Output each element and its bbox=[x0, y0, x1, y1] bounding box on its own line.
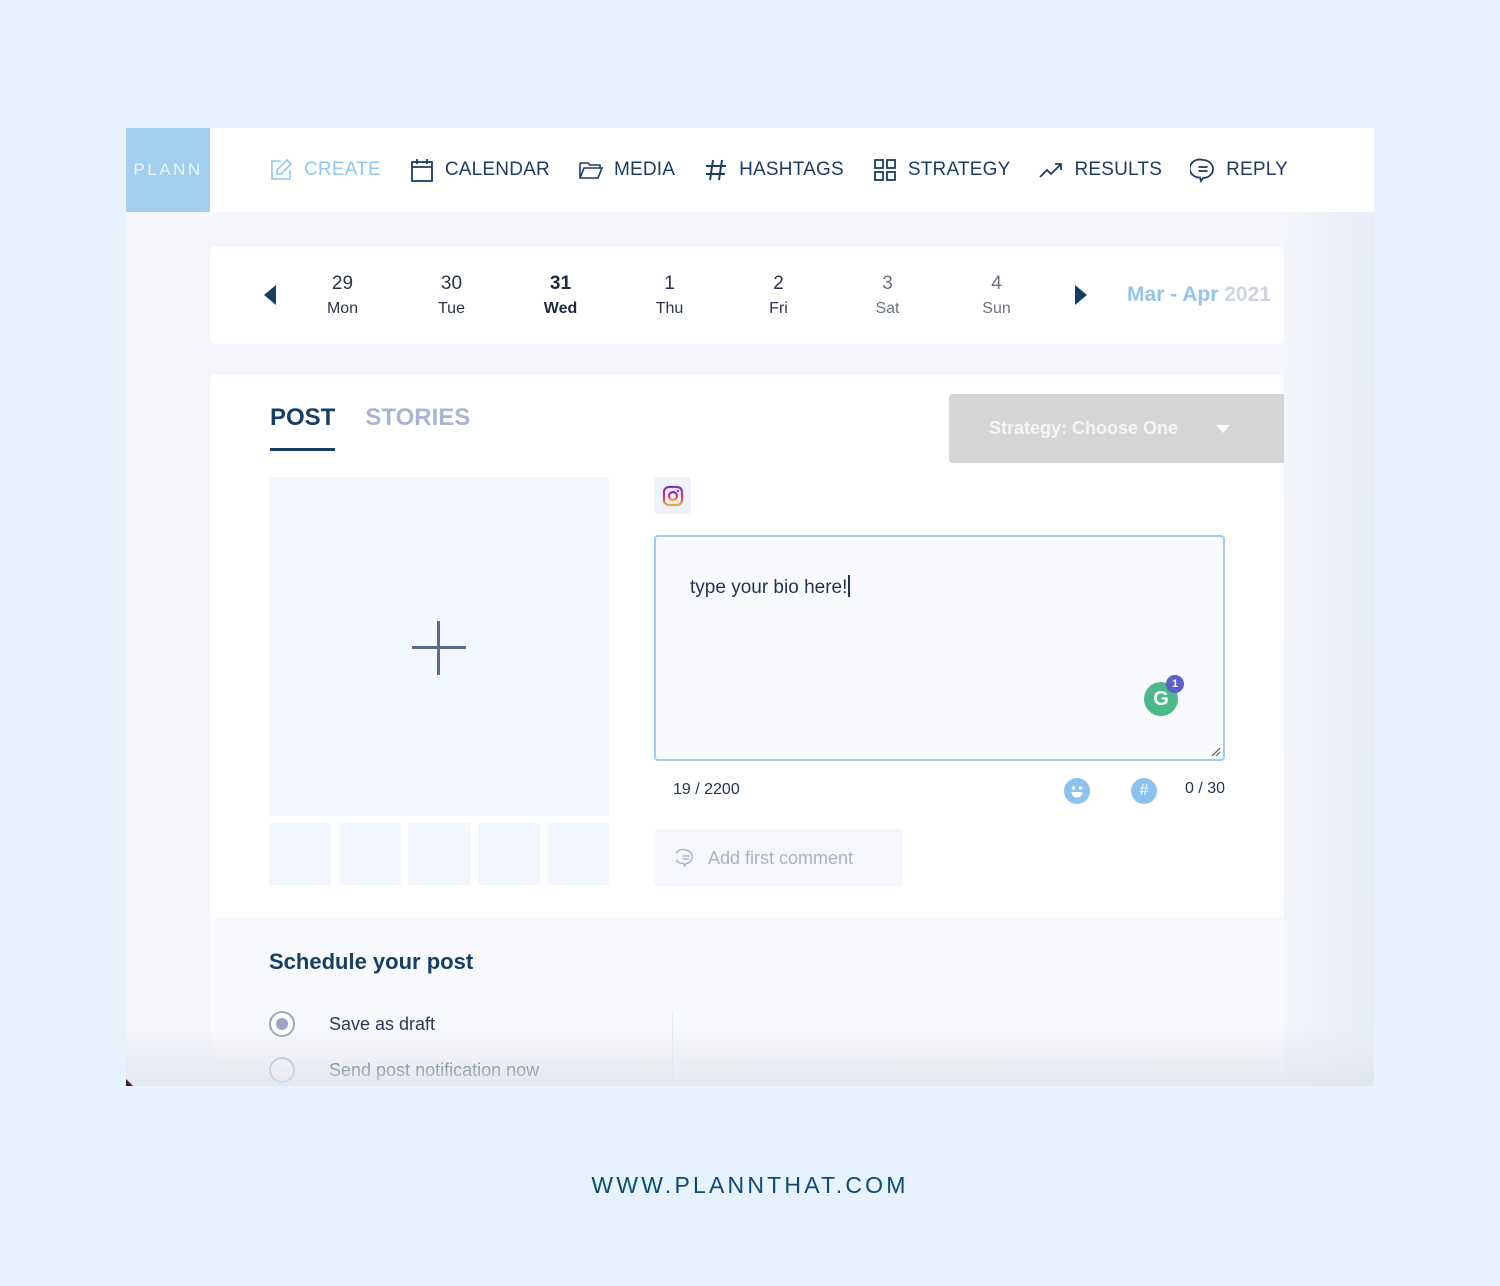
hashtag-icon: # bbox=[1139, 782, 1149, 799]
day-name: Thu bbox=[655, 299, 684, 317]
day-wed-selected[interactable]: 31 Wed bbox=[506, 273, 615, 318]
hashtag-button[interactable]: # bbox=[1131, 778, 1157, 804]
comment-icon bbox=[676, 848, 694, 868]
smiley-icon bbox=[1071, 786, 1083, 798]
nav-calendar[interactable]: CALENDAR bbox=[409, 157, 550, 183]
option-label: Save as draft bbox=[329, 1013, 436, 1034]
day-number: 30 bbox=[440, 272, 463, 294]
day-number: 1 bbox=[664, 272, 675, 294]
footer-url: WWW.PLANNTHAT.COM bbox=[591, 1172, 909, 1198]
day-name: Mon bbox=[326, 299, 359, 317]
nav-results[interactable]: RESULTS bbox=[1038, 157, 1162, 183]
caption-counters: 19 / 2200 # 0 / 30 bbox=[654, 778, 1225, 804]
instagram-icon bbox=[662, 485, 683, 506]
caption-textarea[interactable]: type your bio here! G 1 bbox=[654, 535, 1225, 761]
nav-reply-label: REPLY bbox=[1226, 159, 1288, 180]
option-save-draft[interactable]: Save as draft bbox=[269, 1011, 435, 1037]
day-name: Fri bbox=[769, 299, 788, 317]
app-window: PLANN CREATE CALENDAR MEDIA HASHTAGS STR… bbox=[126, 128, 1374, 1086]
day-number: 31 bbox=[549, 272, 572, 294]
hashtag-count: 0 / 30 bbox=[1184, 780, 1225, 797]
nav-strategy-label: STRATEGY bbox=[907, 159, 1011, 180]
day-name: Sat bbox=[875, 299, 900, 317]
option-send-notification[interactable]: Send post notification now bbox=[269, 1057, 539, 1083]
day-number: 3 bbox=[882, 272, 893, 294]
day-name: Sun bbox=[982, 299, 1011, 317]
thumbnail-slot[interactable] bbox=[269, 823, 331, 885]
nav-create-label: CREATE bbox=[304, 159, 381, 180]
thumbnail-slot[interactable] bbox=[547, 823, 609, 885]
day-number: 2 bbox=[773, 272, 784, 294]
plus-icon-vertical bbox=[437, 621, 440, 675]
divider bbox=[672, 1011, 673, 1086]
add-first-comment-button[interactable]: Add first comment bbox=[654, 829, 903, 887]
day-mon[interactable]: 29 Mon bbox=[288, 273, 397, 318]
schedule-title: Schedule your post bbox=[269, 949, 474, 974]
date-range: Mar - Apr 2021 bbox=[1127, 283, 1271, 307]
prev-week-arrow-icon[interactable] bbox=[264, 285, 276, 305]
media-upload-area[interactable] bbox=[269, 477, 609, 816]
caret-down-icon bbox=[1216, 424, 1231, 433]
side-shadow bbox=[1284, 212, 1374, 1086]
folder-icon bbox=[579, 162, 604, 179]
thumbnail-slot[interactable] bbox=[338, 823, 401, 885]
text-cursor bbox=[848, 575, 851, 597]
grid-icon bbox=[873, 159, 896, 181]
media-thumbnails bbox=[269, 823, 617, 885]
plann-logo[interactable]: PLANN bbox=[126, 128, 210, 212]
chat-icon bbox=[1190, 158, 1214, 183]
nav-hashtags[interactable]: HASHTAGS bbox=[703, 157, 844, 183]
nav-strategy[interactable]: STRATEGY bbox=[872, 157, 1011, 183]
nav-hashtags-label: HASHTAGS bbox=[739, 159, 844, 180]
caption-text: type your bio here! bbox=[690, 575, 851, 599]
resize-handle-icon[interactable] bbox=[1211, 747, 1221, 757]
day-thu[interactable]: 1 Thu bbox=[615, 273, 724, 318]
nav-create[interactable]: CREATE bbox=[268, 157, 381, 183]
next-week-arrow-icon[interactable] bbox=[1075, 285, 1087, 305]
tab-stories[interactable]: STORIES bbox=[365, 404, 470, 451]
strategy-dropdown-label: Strategy: Choose One bbox=[989, 418, 1179, 438]
day-tue[interactable]: 30 Tue bbox=[397, 273, 506, 318]
schedule-section: Schedule your post Save as draft Send po… bbox=[210, 917, 1284, 1086]
add-first-comment-label: Add first comment bbox=[708, 847, 854, 868]
nav-media[interactable]: MEDIA bbox=[578, 157, 675, 183]
day-number: 4 bbox=[991, 272, 1002, 294]
composer-tabs: POST STORIES bbox=[270, 404, 500, 451]
calendar-icon bbox=[410, 159, 433, 182]
main-nav: CREATE CALENDAR MEDIA HASHTAGS STRATEGY … bbox=[268, 157, 1316, 183]
emoji-button[interactable] bbox=[1064, 778, 1090, 804]
day-fri[interactable]: 2 Fri bbox=[724, 273, 833, 318]
thumbnail-slot[interactable] bbox=[408, 823, 470, 885]
day-list: 29 Mon 30 Tue 31 Wed 1 Thu 2 Fri 3 Sat 4 Sun bbox=[288, 273, 1051, 318]
day-number: 29 bbox=[331, 272, 354, 294]
instagram-account-button[interactable] bbox=[654, 477, 691, 514]
nav-calendar-label: CALENDAR bbox=[444, 159, 550, 180]
option-label: Send post notification now bbox=[329, 1059, 540, 1080]
day-sat[interactable]: 3 Sat bbox=[833, 273, 942, 318]
thumbnail-slot[interactable] bbox=[477, 823, 540, 885]
nav-results-label: RESULTS bbox=[1074, 159, 1163, 180]
week-selector: 29 Mon 30 Tue 31 Wed 1 Thu 2 Fri 3 Sat 4 Sun Ma… bbox=[210, 246, 1284, 344]
character-count: 19 / 2200 bbox=[673, 781, 740, 798]
radio-checked-icon[interactable] bbox=[269, 1011, 295, 1037]
nav-media-label: MEDIA bbox=[613, 159, 676, 180]
hashtag-icon bbox=[706, 159, 727, 181]
top-navigation: PLANN CREATE CALENDAR MEDIA HASHTAGS STR… bbox=[126, 128, 1374, 212]
range-months: Mar - Apr bbox=[1127, 283, 1219, 306]
day-name: Tue bbox=[438, 299, 465, 317]
caption-value: type your bio here! bbox=[690, 577, 848, 598]
day-name: Wed bbox=[543, 299, 578, 317]
nav-reply[interactable]: REPLY bbox=[1190, 157, 1288, 183]
day-sun[interactable]: 4 Sun bbox=[942, 273, 1051, 318]
grammarly-badge: 1 bbox=[1166, 675, 1184, 693]
tab-post[interactable]: POST bbox=[270, 404, 336, 451]
range-year: 2021 bbox=[1224, 283, 1271, 306]
trend-icon bbox=[1039, 163, 1063, 178]
edit-icon bbox=[271, 158, 293, 180]
post-composer-card: POST STORIES Strategy: Choose One type y… bbox=[210, 374, 1284, 1086]
strategy-dropdown[interactable]: Strategy: Choose One bbox=[949, 394, 1284, 463]
radio-unchecked-icon[interactable] bbox=[269, 1057, 295, 1083]
